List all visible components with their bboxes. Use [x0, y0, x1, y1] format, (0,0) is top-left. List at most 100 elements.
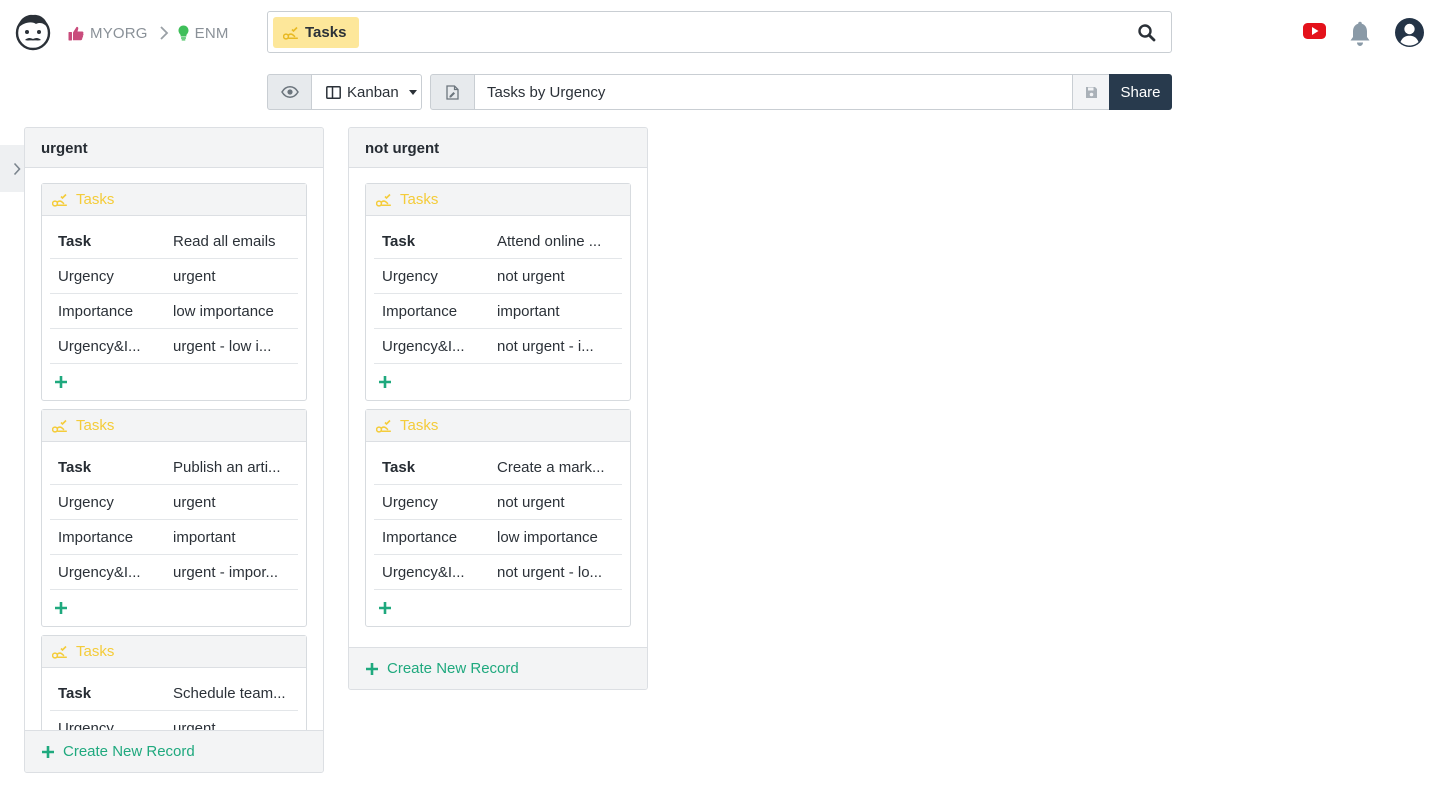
breadcrumb-env[interactable]: ENM [178, 25, 229, 42]
view-name-input[interactable] [474, 74, 1073, 110]
add-field-button[interactable] [42, 590, 306, 626]
field-key: Task [382, 232, 416, 250]
card-title: Tasks [76, 417, 115, 434]
field-key: Urgency [58, 719, 114, 731]
card-field-row: Urgency&I... urgent - impor... [50, 555, 298, 590]
plus-icon [55, 376, 67, 388]
card-header[interactable]: Tasks [366, 410, 630, 442]
field-key: Urgency&I... [382, 337, 465, 355]
card-field-row: Urgency not urgent [374, 259, 622, 294]
card-field-row: Task Schedule team... [50, 676, 298, 711]
view-file-button[interactable] [430, 74, 475, 110]
kanban-column-not-urgent: not urgent Tasks Task Attend online ... U… [348, 127, 648, 690]
card-field-row: Task Create a mark... [374, 450, 622, 485]
create-new-record-label: Create New Record [387, 660, 519, 677]
tasks-icon [52, 193, 67, 207]
field-value[interactable]: low importance [173, 303, 298, 320]
field-value[interactable]: Read all emails [173, 233, 298, 250]
column-title: not urgent [349, 128, 647, 168]
card-title: Tasks [76, 643, 115, 660]
field-value[interactable]: not urgent [497, 268, 622, 285]
field-value[interactable]: urgent - low i... [173, 338, 298, 355]
field-key: Urgency&I... [382, 563, 465, 581]
thumbs-up-icon [68, 26, 84, 40]
breadcrumb: MYORG ENM [68, 22, 229, 44]
plus-icon [366, 662, 378, 675]
breadcrumb-org[interactable]: MYORG [68, 25, 148, 42]
user-avatar-icon[interactable] [1394, 17, 1425, 48]
view-type-label: Kanban [347, 83, 399, 101]
field-key: Task [58, 232, 92, 250]
field-value[interactable]: urgent [173, 494, 298, 511]
field-key: Importance [382, 528, 458, 546]
create-new-record-button[interactable]: Create New Record [349, 647, 647, 689]
save-view-button[interactable] [1072, 74, 1110, 110]
tasks-icon [52, 645, 67, 659]
kanban-card[interactable]: Tasks Task Publish an arti... Urgency urge… [41, 409, 307, 627]
search-table-chip[interactable]: Tasks [273, 17, 359, 48]
view-toolbar: Kanban Share [267, 74, 1172, 111]
card-header[interactable]: Tasks [42, 410, 306, 442]
card-field-row: Importance low importance [374, 520, 622, 555]
card-field-row: Urgency urgent [50, 485, 298, 520]
kanban-card[interactable]: Tasks Task Create a mark... Urgency not ur… [365, 409, 631, 627]
breadcrumb-env-label: ENM [194, 24, 229, 42]
bell-icon[interactable] [1348, 21, 1372, 47]
card-field-row: Urgency&I... not urgent - lo... [374, 555, 622, 590]
kanban-card[interactable]: Tasks Task Read all emails Urgency urgent … [41, 183, 307, 401]
card-header[interactable]: Tasks [42, 184, 306, 216]
field-key: Urgency [382, 267, 438, 285]
field-key: Task [382, 458, 416, 476]
plus-icon [42, 745, 54, 758]
field-value[interactable]: not urgent - i... [497, 338, 622, 355]
lightbulb-icon [178, 25, 189, 41]
column-cards[interactable]: Tasks Task Read all emails Urgency urgent … [25, 168, 323, 730]
field-key: Importance [58, 302, 134, 320]
card-title: Tasks [400, 417, 439, 434]
field-value[interactable]: not urgent - lo... [497, 564, 622, 581]
youtube-icon[interactable] [1303, 22, 1326, 40]
field-value[interactable]: not urgent [497, 494, 622, 511]
plus-icon [379, 602, 391, 614]
kanban-card[interactable]: Tasks Task Schedule team... Urgency urgent [41, 635, 307, 730]
card-header[interactable]: Tasks [366, 184, 630, 216]
add-field-button[interactable] [366, 364, 630, 400]
create-new-record-label: Create New Record [63, 743, 195, 760]
card-header[interactable]: Tasks [42, 636, 306, 668]
search-bar[interactable]: Tasks [267, 11, 1172, 53]
kanban-card[interactable]: Tasks Task Attend online ... Urgency not u… [365, 183, 631, 401]
create-new-record-button[interactable]: Create New Record [25, 730, 323, 772]
card-title: Tasks [400, 191, 439, 208]
search-chip-label: Tasks [305, 24, 347, 41]
field-value[interactable]: Create a mark... [497, 459, 622, 476]
tasks-icon [376, 419, 391, 433]
field-value[interactable]: urgent [173, 268, 298, 285]
card-title: Tasks [76, 191, 115, 208]
save-icon [1085, 86, 1097, 98]
field-key: Urgency [58, 493, 114, 511]
column-cards[interactable]: Tasks Task Attend online ... Urgency not u… [349, 168, 647, 647]
field-value[interactable]: urgent [173, 720, 298, 731]
tasks-icon [52, 419, 67, 433]
card-field-row: Urgency&I... urgent - low i... [50, 329, 298, 364]
file-icon [446, 84, 459, 100]
caret-down-icon [408, 89, 417, 95]
share-button[interactable]: Share [1109, 74, 1172, 110]
field-value[interactable]: important [173, 529, 298, 546]
field-key: Urgency [58, 267, 114, 285]
field-value[interactable]: Publish an arti... [173, 459, 298, 476]
search-icon[interactable] [1137, 23, 1157, 43]
chevron-right-icon [159, 25, 169, 41]
field-value[interactable]: low importance [497, 529, 622, 546]
field-value[interactable]: important [497, 303, 622, 320]
field-value[interactable]: urgent - impor... [173, 564, 298, 581]
field-value[interactable]: Attend online ... [497, 233, 622, 250]
card-field-row: Task Attend online ... [374, 224, 622, 259]
add-field-button[interactable] [366, 590, 630, 626]
add-field-button[interactable] [42, 364, 306, 400]
toggle-visibility-button[interactable] [267, 74, 312, 110]
view-type-dropdown[interactable]: Kanban [311, 74, 422, 110]
field-value[interactable]: Schedule team... [173, 685, 298, 702]
app-logo[interactable] [14, 13, 52, 51]
card-field-row: Importance low importance [50, 294, 298, 329]
